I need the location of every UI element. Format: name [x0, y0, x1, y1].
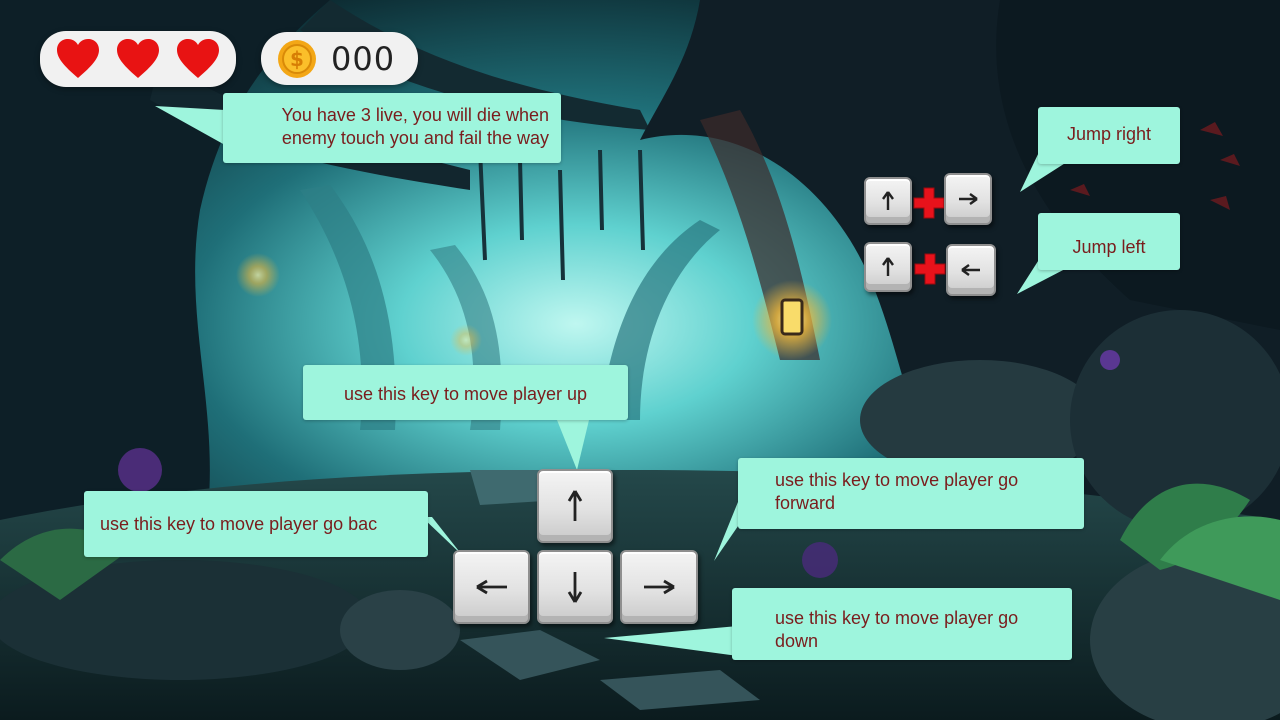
bubble-tail [155, 106, 225, 145]
move-back-label: use this key to move player go bac [100, 514, 378, 534]
plus-icon [913, 187, 945, 219]
lives-info-line-1: You have 3 live, you will die when [281, 105, 549, 125]
jump-left-up-key[interactable] [864, 242, 912, 292]
move-down-bubble: use this key to move player go down [732, 588, 1072, 660]
jump-left-label: Jump left [1072, 237, 1146, 257]
arrow-up-icon [567, 490, 583, 521]
arrow-left-icon [961, 264, 980, 276]
heart-icon [117, 39, 159, 78]
move-forward-line-2: forward [775, 493, 836, 513]
jump-right-label: Jump right [1066, 124, 1152, 144]
arrow-down-icon [567, 572, 583, 603]
up-arrow-key[interactable] [537, 469, 613, 543]
arrow-right-icon [959, 193, 978, 205]
plus-icon [914, 253, 946, 285]
coin-panel: $ 000 [261, 32, 418, 85]
jump-right-up-key[interactable] [864, 177, 912, 225]
move-up-label: use this key to move player up [343, 384, 588, 404]
move-down-line-2: down [775, 631, 819, 651]
jump-right-bubble: Jump right [1038, 107, 1180, 164]
arrow-right-icon [644, 579, 675, 595]
move-back-bubble: use this key to move player go bac [84, 491, 428, 557]
left-arrow-key[interactable] [453, 550, 530, 624]
arrow-up-icon [882, 191, 894, 210]
svg-text:$: $ [290, 47, 304, 71]
arrow-up-icon [882, 257, 894, 276]
move-up-bubble: use this key to move player up [303, 365, 628, 420]
bubble-tail [604, 626, 738, 656]
jump-right-right-key[interactable] [944, 173, 992, 225]
arrow-left-icon [475, 579, 507, 595]
lives-info-line-2: enemy touch you and fail the way [281, 128, 549, 148]
jump-left-bubble: Jump left [1038, 213, 1180, 270]
down-arrow-key[interactable] [537, 550, 613, 624]
lives-info-bubble: You have 3 live, you will die when enemy… [223, 93, 561, 163]
move-forward-bubble: use this key to move player go forward [738, 458, 1084, 529]
lives-panel [40, 31, 236, 87]
move-down-line-1: use this key to move player go [775, 608, 1019, 628]
jump-left-left-key[interactable] [946, 244, 996, 296]
right-arrow-key[interactable] [620, 550, 698, 624]
coin-icon: $ [278, 39, 316, 78]
heart-icon [177, 39, 219, 78]
coin-count: 000 [331, 39, 396, 78]
move-forward-line-1: use this key to move player go [775, 470, 1019, 490]
heart-icon [57, 39, 99, 78]
bubble-tail [557, 420, 589, 470]
